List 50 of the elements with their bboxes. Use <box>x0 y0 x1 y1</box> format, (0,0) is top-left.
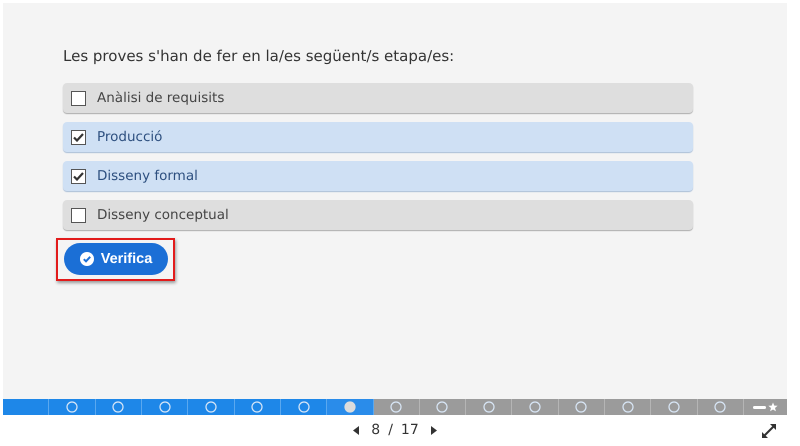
progress-segment[interactable] <box>651 399 698 415</box>
progress-segment[interactable] <box>96 399 142 415</box>
circle-icon <box>298 401 310 413</box>
answer-option[interactable]: Disseny formal <box>63 161 693 191</box>
page-total: 17 <box>400 422 419 438</box>
progress-segment[interactable] <box>49 399 96 415</box>
page-number: 8 <box>371 422 380 438</box>
checkbox[interactable] <box>71 208 86 222</box>
progress-segment[interactable] <box>3 399 50 415</box>
progress-segment[interactable] <box>512 399 559 415</box>
circle-icon <box>529 401 542 413</box>
answer-option[interactable]: Anàlisi de requisits <box>63 83 693 113</box>
checkbox[interactable] <box>71 130 86 144</box>
check-circle-icon <box>80 252 94 266</box>
progress-segment[interactable] <box>374 399 420 415</box>
progress-segment[interactable] <box>234 399 281 415</box>
progress-segment[interactable] <box>188 399 235 415</box>
answer-option[interactable]: Disseny conceptual <box>63 200 693 230</box>
progress-segment[interactable] <box>466 399 512 415</box>
circle-icon <box>668 401 680 413</box>
checkbox[interactable] <box>71 168 86 184</box>
progress-segment[interactable] <box>327 399 374 415</box>
circle-icon <box>158 401 171 413</box>
circle-icon <box>204 401 217 413</box>
answer-option[interactable]: Producció <box>63 122 693 152</box>
circle-icon <box>251 401 264 413</box>
progress-segment[interactable] <box>605 399 652 415</box>
progress-segment[interactable] <box>420 399 466 415</box>
progress-segment[interactable] <box>280 399 328 415</box>
circle-icon <box>714 401 726 413</box>
page-separator: / <box>388 422 393 438</box>
next-arrow-icon[interactable] <box>430 426 437 434</box>
checkbox[interactable] <box>71 90 86 106</box>
circle-icon <box>436 401 448 413</box>
previous-arrow-icon[interactable] <box>353 426 360 434</box>
progress-segment[interactable] <box>142 399 188 415</box>
circle-icon <box>482 401 495 413</box>
circle-icon <box>390 401 402 413</box>
circle-icon <box>575 401 588 413</box>
verify-button[interactable]: Verifica <box>64 243 168 275</box>
progress-segment[interactable] <box>558 399 606 415</box>
bar-and-star-icon <box>752 402 779 412</box>
circle-icon <box>66 401 78 413</box>
circle-icon <box>112 401 124 413</box>
progress-segment[interactable] <box>698 399 744 415</box>
circle-icon <box>622 401 634 413</box>
fullscreen-icon[interactable] <box>761 423 777 439</box>
filled-circle-icon <box>344 401 356 413</box>
question-text: Les proves s'han de fer en la/es següent/s etapa/es: <box>63 47 456 67</box>
progress-segment[interactable] <box>744 399 788 415</box>
